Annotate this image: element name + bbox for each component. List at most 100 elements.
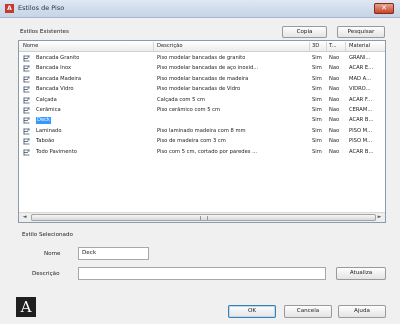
floor-style-icon [23, 128, 30, 135]
cell-description: Piso modelar bancadas de aço inoxid... [157, 65, 259, 72]
cell-material: ACAR B... [349, 148, 374, 155]
floor-style-icon [23, 117, 30, 124]
cell-3d: Sim [312, 107, 322, 113]
floor-style-icon [23, 138, 30, 145]
cell-material: ACAR F... [349, 96, 372, 103]
cell-3d: Sim [312, 138, 322, 145]
cancel-button[interactable]: Cancela [284, 305, 332, 318]
cell-3d: Sim [312, 75, 322, 82]
grip-icon [200, 216, 208, 220]
name-field[interactable]: Deck [78, 247, 149, 260]
cell-description: Piso modelar bancadas de madeira [157, 75, 249, 82]
update-button[interactable]: Atualiza [336, 267, 386, 280]
cell-name: Deck [36, 117, 52, 125]
table-row[interactable]: Bancada Granito Piso modelar bancadas de … [19, 54, 385, 63]
floor-style-icon [23, 86, 30, 93]
cell-description: Piso com 5 cm, cortado por paredes ... [157, 148, 258, 155]
floor-style-icon [23, 65, 30, 72]
cell-3d: Sim [312, 117, 322, 124]
cell-material: GRANI... [349, 55, 371, 61]
cell-name: Bancada Granito [36, 55, 80, 61]
ok-button[interactable]: OK [228, 305, 276, 318]
scroll-left-icon[interactable]: ◄ [20, 214, 29, 221]
cell-description: Piso de madeira com 3 cm [157, 138, 226, 145]
table-row[interactable]: Taboão Piso de madeira com 3 cm Sim Nao PISO… [19, 137, 385, 146]
cell-material: PISO M... [349, 138, 373, 145]
table-row[interactable]: Bancada Madeira Piso modelar bancadas de … [19, 75, 385, 84]
scroll-thumb[interactable] [31, 214, 376, 221]
horizontal-scrollbar[interactable]: ◄ ► [19, 212, 385, 222]
cell-t: Nao [329, 117, 340, 124]
cell-description: Piso modelar bancadas de granito [157, 55, 246, 61]
app-icon: A [5, 4, 14, 13]
table-row[interactable]: Bancada Inox Piso modelar bancadas de aço… [19, 64, 385, 73]
cell-t: Nao [329, 65, 340, 72]
cell-t: Nao [329, 138, 340, 145]
existing-styles-label: Estilos Existentes [20, 29, 69, 35]
cell-name: Bancada Madeira [36, 75, 82, 82]
column-header-t[interactable]: T... [329, 43, 343, 49]
scroll-right-icon[interactable]: ► [375, 214, 384, 221]
cell-name: Calçada [36, 96, 57, 103]
cell-description: Piso modelar bancadas de Vidro [157, 86, 241, 93]
description-field[interactable] [78, 267, 326, 280]
column-divider[interactable] [326, 42, 327, 51]
cell-name: Laminado [36, 127, 62, 134]
copy-button[interactable]: Copia [282, 26, 327, 38]
name-label: Nome [44, 251, 61, 257]
column-divider[interactable] [345, 42, 346, 51]
list-header: Nome Descrição 3D T... Material [19, 41, 385, 52]
cell-description: Piso laminado madeira com 8 mm [157, 127, 246, 134]
floor-style-icon [23, 107, 30, 114]
search-button[interactable]: Pesquisar [337, 26, 385, 38]
cell-t: Nao [329, 127, 340, 134]
cell-material: CERAM... [349, 107, 373, 113]
cell-material: ACAR E... [349, 65, 374, 72]
window-title: Estilos de Piso [18, 4, 65, 12]
help-button[interactable]: Ajuda [338, 305, 386, 318]
cell-material: VIDRO... [349, 86, 371, 93]
cell-description: Piso cerâmico com 5 cm [157, 107, 221, 113]
column-header-description[interactable]: Descrição [157, 43, 303, 49]
cell-name: Todo Pavimento [36, 148, 77, 155]
cell-t: Nao [329, 148, 340, 155]
cell-3d: Sim [312, 55, 322, 61]
description-label: Descrição [32, 271, 60, 277]
table-row[interactable]: Laminado Piso laminado madeira com 8 mm Si… [19, 127, 385, 136]
styles-list[interactable]: Nome Descrição 3D T... Material Bancada … [18, 40, 386, 223]
table-row[interactable]: Bancada Vidro Piso modelar bancadas de Vi… [19, 85, 385, 94]
column-divider[interactable] [153, 42, 154, 51]
dialog-body: Estilos Existentes Copia Pesquisar Nome … [0, 18, 400, 324]
app-logo: A [16, 297, 36, 317]
cell-name: Bancada Vidro [36, 86, 74, 93]
floor-style-icon [23, 96, 30, 104]
cell-name: Bancada Inox [36, 65, 72, 72]
cell-t: Nao [329, 75, 340, 82]
floor-style-icon [23, 76, 30, 83]
cell-t: Nao [329, 55, 340, 61]
cell-3d: Sim [312, 86, 322, 93]
table-row[interactable]: Deck Sim Nao ACAR B... [19, 116, 385, 125]
cell-3d: Sim [312, 127, 322, 134]
column-header-3d[interactable]: 3D [312, 43, 326, 49]
cell-t: Nao [329, 86, 340, 93]
column-header-name[interactable]: Nome [23, 43, 135, 49]
cell-name: Cerâmica [36, 107, 61, 113]
table-row[interactable]: Calçada Calçada com 5 cm Sim Nao ACAR F... [19, 96, 385, 105]
cell-material: PISO M... [349, 127, 373, 134]
cell-t: Nao [329, 96, 340, 103]
cell-description: Calçada com 5 cm [157, 96, 205, 103]
table-row[interactable]: Cerâmica Piso cerâmico com 5 cm Sim Nao CERA… [19, 106, 385, 115]
cell-material: ACAR B... [349, 117, 374, 124]
column-header-material[interactable]: Material [349, 43, 383, 49]
cell-3d: Sim [312, 96, 322, 103]
column-divider[interactable] [309, 42, 310, 51]
selected-style-label: Estilo Selecionado [22, 232, 73, 238]
title-bar: A Estilos de Piso ✕ [0, 0, 400, 18]
floor-style-icon [23, 148, 30, 156]
table-row[interactable]: Todo Pavimento Piso com 5 cm, cortado por… [19, 148, 385, 157]
close-icon[interactable]: ✕ [374, 3, 394, 14]
cell-name: Taboão [36, 138, 55, 145]
cell-material: MAD A... [349, 75, 372, 82]
cell-3d: Sim [312, 65, 322, 72]
